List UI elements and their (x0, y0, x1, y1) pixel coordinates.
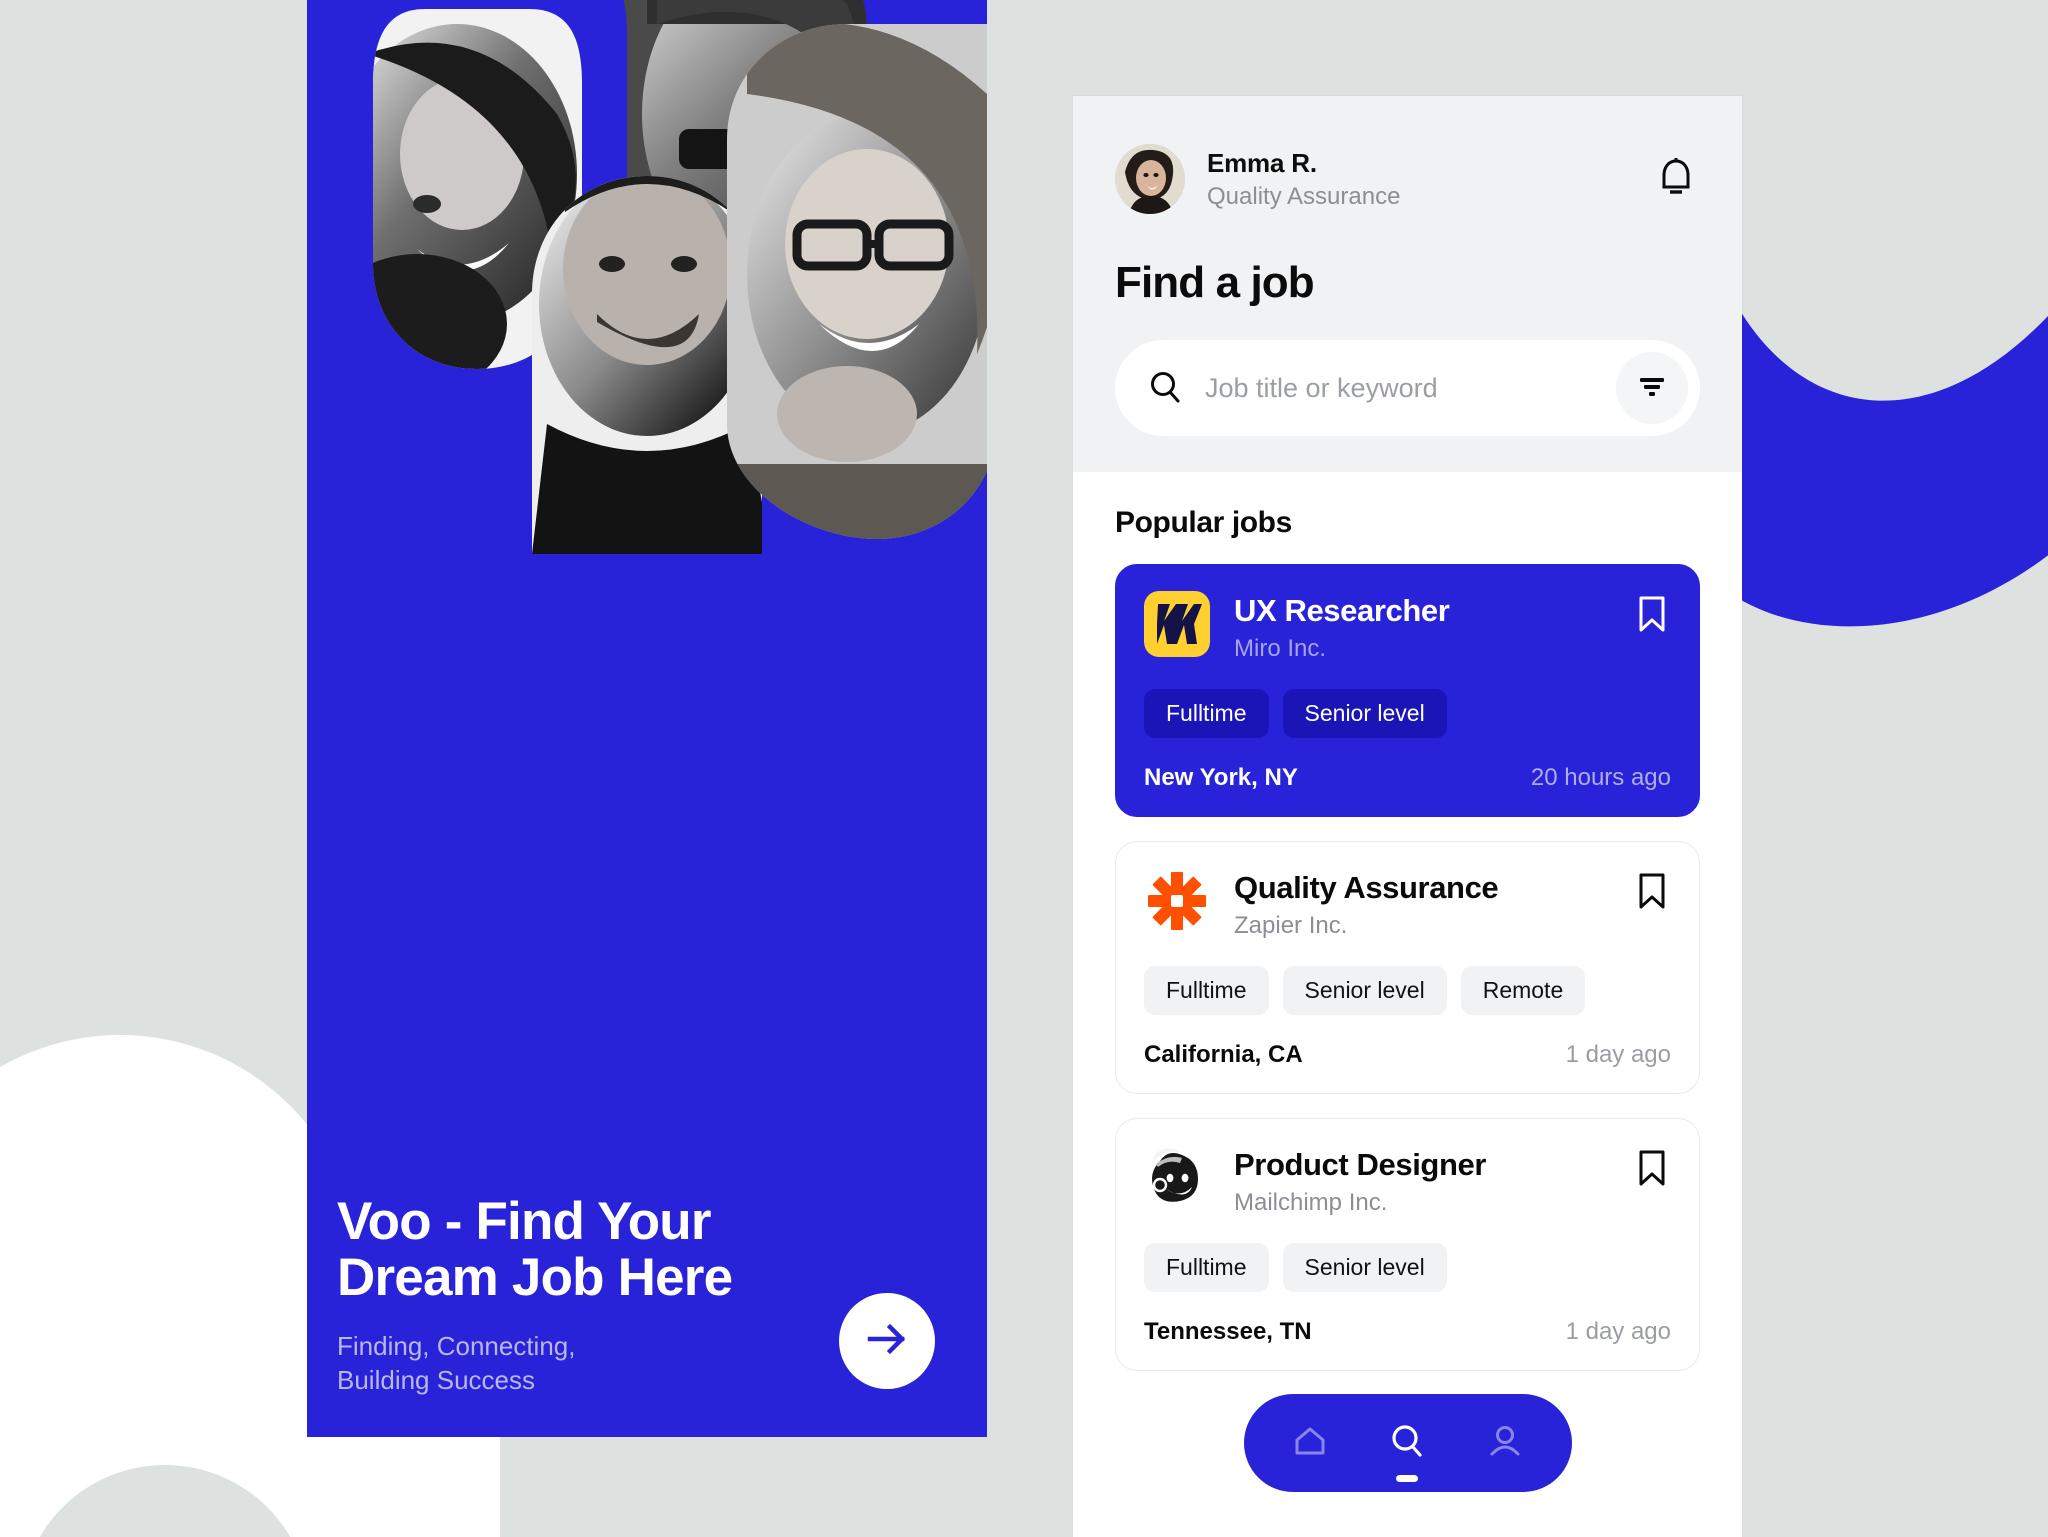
background-blue-wave-shape (1726, 250, 2048, 650)
nav-item-home[interactable] (1275, 1408, 1345, 1478)
filter-icon (1636, 373, 1668, 404)
user-name: Emma R. (1207, 147, 1317, 178)
notification-button[interactable] (1652, 155, 1700, 203)
bookmark-icon (1637, 873, 1667, 914)
nav-active-indicator (1396, 1475, 1419, 1482)
bookmark-button[interactable] (1637, 1149, 1671, 1189)
job-title: Quality Assurance (1234, 870, 1499, 905)
job-tag[interactable]: Senior level (1282, 966, 1447, 1015)
arrow-right-icon (864, 1316, 910, 1367)
promo-panel: Voo - Find Your Dream Job Here Finding, … (307, 0, 987, 1437)
search-icon (1147, 369, 1185, 407)
job-company: Miro Inc. (1234, 635, 1327, 662)
job-tag[interactable]: Remote (1460, 966, 1586, 1015)
job-location: New York, NY (1144, 764, 1298, 791)
job-head-text: UX Researcher Miro Inc. (1234, 591, 1637, 663)
app-panel: Emma R. Quality Assurance Find a job Job… (1073, 96, 1742, 1537)
user-row: Emma R. Quality Assurance (1115, 144, 1700, 214)
search-bar[interactable] (1115, 340, 1700, 436)
promo-next-button[interactable] (839, 1293, 935, 1389)
promo-title: Voo - Find Your Dream Job Here (337, 1192, 733, 1308)
job-title: UX Researcher (1234, 593, 1450, 628)
job-tag[interactable]: Senior level (1282, 689, 1447, 738)
bookmark-icon (1637, 1150, 1667, 1191)
avatar[interactable] (1115, 144, 1185, 214)
promo-photo-collage (307, 0, 987, 924)
job-company: Zapier Inc. (1234, 912, 1348, 939)
job-footer: Tennessee, TN 1 day ago (1144, 1318, 1671, 1346)
job-tag[interactable]: Fulltime (1144, 689, 1269, 738)
bookmark-icon (1637, 596, 1667, 637)
background-white-arch-shape (0, 1035, 360, 1537)
job-location: California, CA (1144, 1041, 1303, 1068)
app-body: Popular jobs UX Researcher Miro Inc. Ful… (1073, 472, 1742, 1371)
bookmark-button[interactable] (1637, 872, 1671, 912)
screen: Voo - Find Your Dream Job Here Finding, … (0, 0, 2048, 1537)
job-tag[interactable]: Senior level (1282, 1243, 1447, 1292)
job-posted-time: 1 day ago (1565, 1318, 1671, 1345)
job-tags: Fulltime Senior level (1144, 689, 1671, 738)
job-head-text: Quality Assurance Zapier Inc. (1234, 868, 1637, 940)
page-title: Find a job (1115, 258, 1315, 307)
job-posted-time: 1 day ago (1565, 1041, 1671, 1068)
job-card-top: Quality Assurance Zapier Inc. (1144, 868, 1671, 940)
job-title: Product Designer (1234, 1147, 1486, 1182)
job-location: Tennessee, TN (1144, 1318, 1312, 1345)
job-tag[interactable]: Fulltime (1144, 966, 1269, 1015)
miro-logo-icon (1144, 591, 1210, 657)
job-card[interactable]: Product Designer Mailchimp Inc. Fulltime… (1115, 1118, 1700, 1371)
job-posted-time: 20 hours ago (1530, 764, 1671, 791)
job-tags: Fulltime Senior level (1144, 1243, 1671, 1292)
job-tags: Fulltime Senior level Remote (1144, 966, 1671, 1015)
job-head-text: Product Designer Mailchimp Inc. (1234, 1145, 1637, 1217)
job-card[interactable]: Quality Assurance Zapier Inc. Fulltime S… (1115, 841, 1700, 1094)
job-tag[interactable]: Fulltime (1144, 1243, 1269, 1292)
nav-item-search[interactable] (1372, 1408, 1442, 1482)
bottom-navigation-bar (1243, 1394, 1572, 1492)
search-input[interactable] (1205, 372, 1616, 404)
bell-icon (1657, 156, 1695, 203)
app-header: Emma R. Quality Assurance Find a job (1073, 96, 1742, 472)
job-company: Mailchimp Inc. (1234, 1189, 1388, 1216)
person-icon (1485, 1421, 1525, 1466)
zapier-logo-icon (1144, 868, 1210, 934)
section-title-popular-jobs: Popular jobs (1115, 506, 1292, 539)
filter-button[interactable] (1616, 352, 1688, 424)
job-card-top: UX Researcher Miro Inc. (1144, 591, 1671, 663)
job-footer: New York, NY 20 hours ago (1144, 764, 1671, 792)
job-card-top: Product Designer Mailchimp Inc. (1144, 1145, 1671, 1217)
search-icon (1387, 1421, 1427, 1466)
bookmark-button[interactable] (1637, 595, 1671, 635)
mailchimp-logo-icon (1144, 1145, 1210, 1211)
user-meta: Emma R. Quality Assurance (1207, 148, 1652, 211)
nav-item-profile[interactable] (1470, 1408, 1540, 1478)
user-role: Quality Assurance (1207, 182, 1401, 210)
home-icon (1290, 1421, 1330, 1466)
job-footer: California, CA 1 day ago (1144, 1041, 1671, 1069)
job-card[interactable]: UX Researcher Miro Inc. Fulltime Senior … (1115, 564, 1700, 817)
